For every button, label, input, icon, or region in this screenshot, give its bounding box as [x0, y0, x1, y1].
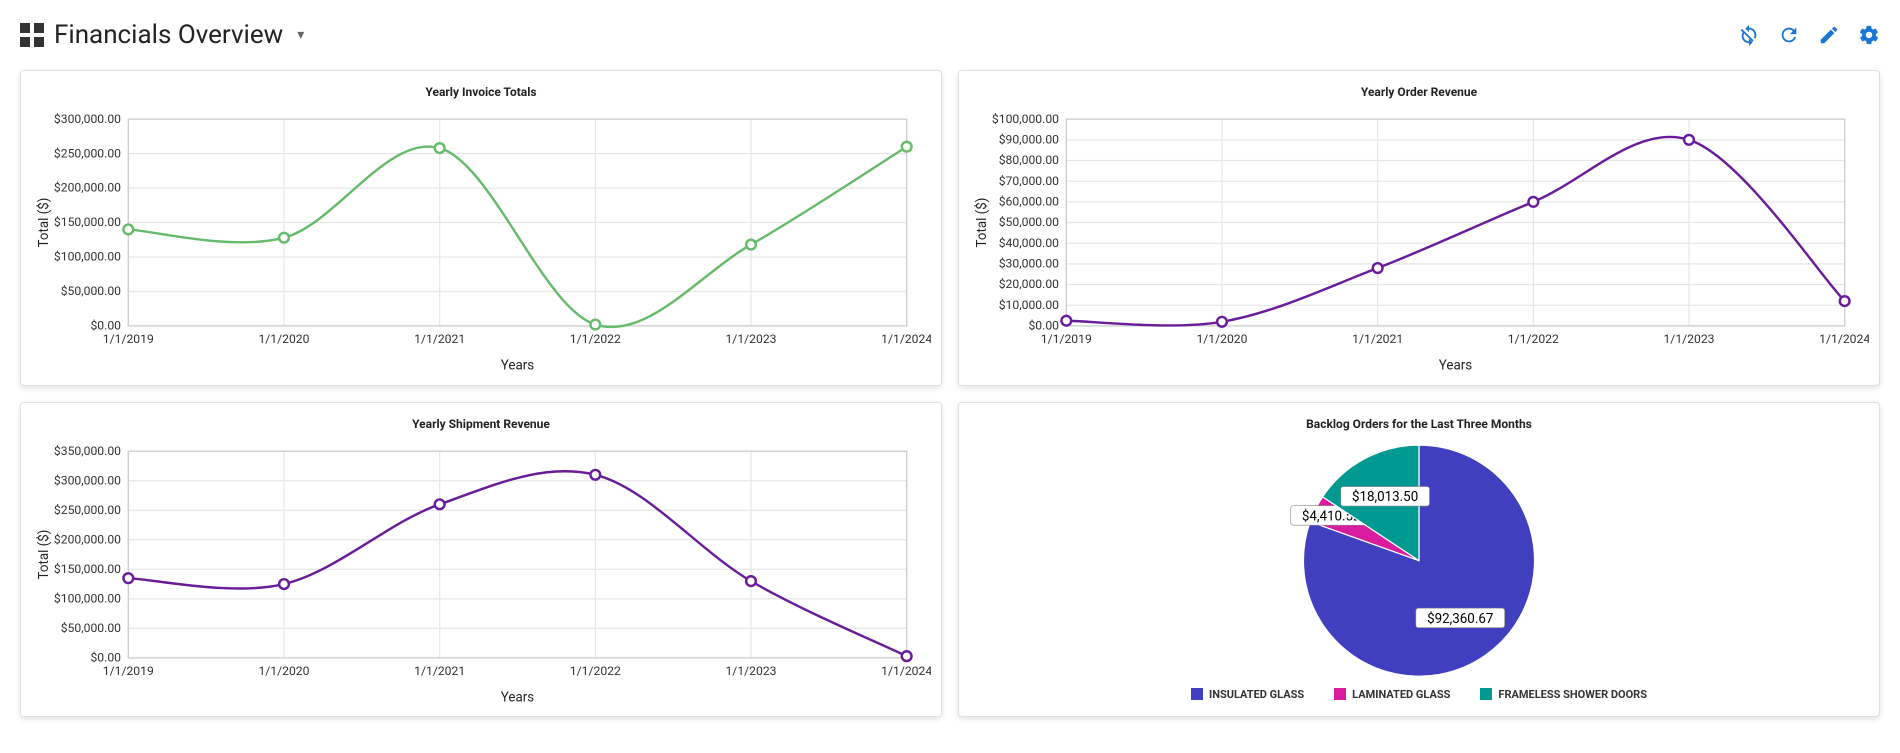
svg-text:$80,000.00: $80,000.00	[999, 153, 1059, 167]
sync-off-icon	[1738, 24, 1760, 46]
svg-text:$60,000.00: $60,000.00	[999, 195, 1059, 209]
refresh-icon	[1778, 24, 1800, 46]
svg-text:$150,000.00: $150,000.00	[54, 215, 121, 229]
svg-text:$70,000.00: $70,000.00	[999, 174, 1059, 188]
legend-label-insulated: INSULATED GLASS	[1209, 688, 1304, 701]
chart-title-backlog: Backlog Orders for the Last Three Months	[969, 413, 1869, 439]
svg-text:$150,000.00: $150,000.00	[54, 562, 121, 576]
chart-card-order: Yearly Order Revenue $0.00 $10,000.00 $20,…	[958, 70, 1880, 386]
chart-title-invoice: Yearly Invoice Totals	[31, 81, 931, 107]
header-left: Financials Overview ▾	[20, 20, 304, 50]
svg-text:Total ($): Total ($)	[975, 198, 990, 248]
svg-text:$40,000.00: $40,000.00	[999, 236, 1059, 250]
page-header: Financials Overview ▾	[20, 10, 1880, 70]
chart-card-shipment: Yearly Shipment Revenue $0.00$50,000.00$…	[20, 402, 942, 718]
svg-text:1/1/2022: 1/1/2022	[1508, 332, 1559, 346]
svg-text:Years: Years	[501, 690, 534, 705]
pencil-icon	[1818, 24, 1840, 46]
svg-text:1/1/2021: 1/1/2021	[414, 664, 465, 678]
chart-title-shipment: Yearly Shipment Revenue	[31, 413, 931, 439]
sync-off-button[interactable]	[1738, 24, 1760, 46]
chart-backlog[interactable]: $92,360.67$4,410.52$18,013.50	[969, 439, 1869, 682]
svg-text:$300,000.00: $300,000.00	[54, 112, 121, 126]
svg-text:$50,000.00: $50,000.00	[61, 284, 121, 298]
svg-text:$30,000.00: $30,000.00	[999, 257, 1059, 271]
dashboard-icon	[20, 23, 44, 47]
svg-text:$50,000.00: $50,000.00	[61, 621, 121, 635]
svg-text:1/1/2024: 1/1/2024	[881, 664, 931, 678]
svg-text:1/1/2020: 1/1/2020	[1196, 332, 1247, 346]
chart-card-invoice: Yearly Invoice Totals $0.00 $50,000.00 $10…	[20, 70, 942, 386]
svg-text:1/1/2019: 1/1/2019	[1041, 332, 1092, 346]
svg-text:Years: Years	[1439, 359, 1472, 374]
svg-text:Total ($): Total ($)	[37, 198, 52, 248]
svg-text:$50,000.00: $50,000.00	[999, 215, 1059, 229]
svg-text:$250,000.00: $250,000.00	[54, 502, 121, 516]
svg-text:1/1/2020: 1/1/2020	[258, 332, 309, 346]
legend-insulated[interactable]: INSULATED GLASS	[1191, 688, 1304, 701]
edit-button[interactable]	[1818, 24, 1840, 46]
svg-text:$0.00: $0.00	[90, 319, 121, 333]
svg-text:1/1/2022: 1/1/2022	[570, 332, 621, 346]
gear-icon	[1858, 24, 1880, 46]
svg-text:1/1/2021: 1/1/2021	[414, 332, 465, 346]
chart-title-order: Yearly Order Revenue	[969, 81, 1869, 107]
svg-text:1/1/2023: 1/1/2023	[1663, 332, 1714, 346]
svg-text:$20,000.00: $20,000.00	[999, 277, 1059, 291]
svg-text:$0.00: $0.00	[1028, 319, 1059, 333]
chart-order[interactable]: $0.00 $10,000.00 $20,000.00 $30,000.00 $40,0…	[969, 107, 1869, 375]
svg-text:$100,000.00: $100,000.00	[54, 250, 121, 264]
settings-button[interactable]	[1858, 24, 1880, 46]
legend-label-frameless: FRAMELESS SHOWER DOORS	[1498, 688, 1647, 701]
svg-text:Years: Years	[501, 359, 534, 374]
svg-text:$100,000.00: $100,000.00	[992, 112, 1059, 126]
svg-text:$200,000.00: $200,000.00	[54, 181, 121, 195]
svg-text:$100,000.00: $100,000.00	[54, 591, 121, 605]
pie-legend: INSULATED GLASS LAMINATED GLASS FRAMELES…	[969, 682, 1869, 701]
page-title: Financials Overview	[54, 20, 283, 50]
chart-card-backlog: Backlog Orders for the Last Three Months…	[958, 402, 1880, 718]
svg-text:$10,000.00: $10,000.00	[999, 298, 1059, 312]
svg-text:1/1/2023: 1/1/2023	[725, 664, 776, 678]
svg-text:$18,013.50: $18,013.50	[1352, 490, 1418, 505]
svg-text:$250,000.00: $250,000.00	[54, 146, 121, 160]
svg-text:$200,000.00: $200,000.00	[54, 532, 121, 546]
svg-text:$350,000.00: $350,000.00	[54, 443, 121, 457]
dashboard-grid: Yearly Invoice Totals $0.00 $50,000.00 $10…	[20, 70, 1880, 717]
svg-text:1/1/2019: 1/1/2019	[103, 664, 154, 678]
svg-text:1/1/2021: 1/1/2021	[1352, 332, 1403, 346]
legend-label-laminated: LAMINATED GLASS	[1352, 688, 1450, 701]
svg-text:$92,360.67: $92,360.67	[1427, 611, 1493, 626]
svg-text:1/1/2019: 1/1/2019	[103, 332, 154, 346]
svg-text:1/1/2020: 1/1/2020	[258, 664, 309, 678]
refresh-button[interactable]	[1778, 24, 1800, 46]
legend-frameless[interactable]: FRAMELESS SHOWER DOORS	[1480, 688, 1647, 701]
header-actions	[1738, 24, 1880, 46]
chart-shipment[interactable]: $0.00 $50,000.00 $100,000.00 $150,000.00 $20…	[31, 439, 931, 707]
svg-text:$0.00: $0.00	[90, 650, 121, 664]
chart-invoice[interactable]: $0.00 $50,000.00 $100,000.00 $150,000.00 $20…	[31, 107, 931, 375]
legend-laminated[interactable]: LAMINATED GLASS	[1334, 688, 1450, 701]
title-dropdown-caret[interactable]: ▾	[297, 27, 304, 43]
svg-text:Total ($): Total ($)	[37, 529, 52, 579]
svg-text:1/1/2024: 1/1/2024	[881, 332, 931, 346]
svg-text:1/1/2022: 1/1/2022	[570, 664, 621, 678]
svg-text:$300,000.00: $300,000.00	[54, 473, 121, 487]
svg-text:1/1/2024: 1/1/2024	[1819, 332, 1869, 346]
svg-text:$90,000.00: $90,000.00	[999, 132, 1059, 146]
svg-text:1/1/2023: 1/1/2023	[725, 332, 776, 346]
